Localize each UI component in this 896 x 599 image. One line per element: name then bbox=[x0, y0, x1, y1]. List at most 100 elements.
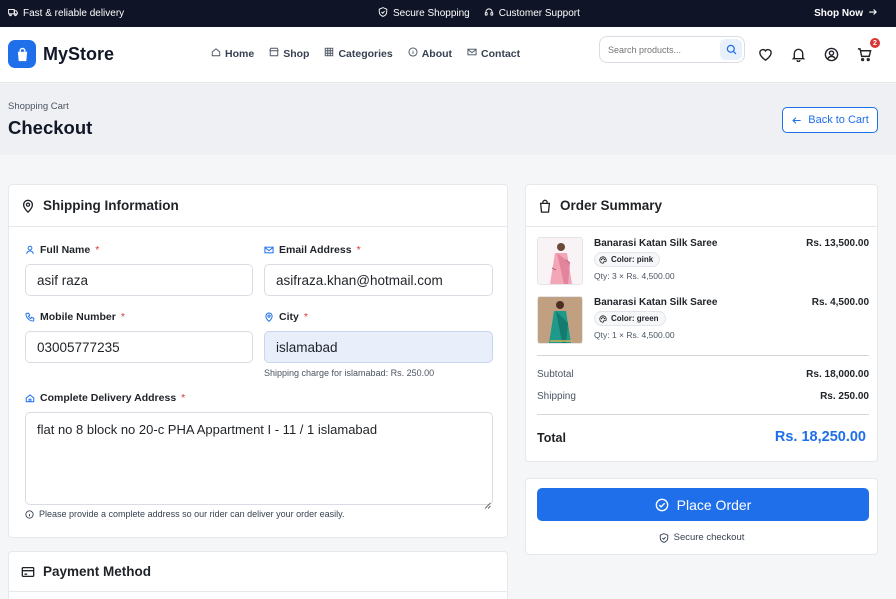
check-circle-icon bbox=[655, 498, 669, 512]
resize-handle-icon[interactable] bbox=[484, 496, 491, 509]
customer-support-link[interactable]: Customer Support bbox=[484, 7, 580, 20]
shopping-bag-icon bbox=[8, 40, 36, 68]
main-nav: Home Shop Categories About Contact bbox=[211, 47, 520, 60]
mobile-label-text: Mobile Number bbox=[40, 311, 116, 323]
product-thumbnail bbox=[537, 296, 583, 344]
store-icon bbox=[269, 47, 279, 60]
mobile-input[interactable] bbox=[25, 331, 253, 363]
item-name: Banarasi Katan Silk Saree bbox=[594, 238, 718, 249]
secure-checkout-text: Secure checkout bbox=[673, 532, 745, 543]
required-marker: * bbox=[181, 392, 186, 404]
payment-card-header: Payment Method bbox=[9, 552, 507, 592]
logo-text: MyStore bbox=[43, 43, 115, 64]
item-price: Rs. 4,500.00 bbox=[811, 297, 869, 308]
product-thumbnail bbox=[537, 237, 583, 285]
nav-categories[interactable]: Categories bbox=[324, 47, 393, 60]
saree-image-pink bbox=[538, 238, 582, 284]
envelope-icon bbox=[264, 245, 274, 255]
subtotal-row: Subtotal Rs. 18,000.00 bbox=[537, 369, 869, 380]
place-order-button[interactable]: Place Order bbox=[537, 488, 869, 521]
heart-icon[interactable] bbox=[757, 46, 773, 62]
required-marker: * bbox=[95, 244, 100, 256]
user-icon bbox=[25, 245, 35, 255]
total-value: Rs. 18,250.00 bbox=[774, 429, 866, 445]
nav-shop-label: Shop bbox=[283, 47, 310, 60]
page-title: Checkout bbox=[8, 117, 93, 138]
palette-icon bbox=[599, 314, 607, 323]
full-name-label: Full Name * bbox=[25, 244, 99, 256]
item-color-text: Color: pink bbox=[611, 255, 654, 264]
cart-count-badge: 2 bbox=[870, 38, 880, 48]
nav-home[interactable]: Home bbox=[211, 47, 254, 60]
delivery-text: Fast & reliable delivery bbox=[23, 8, 125, 19]
item-color-text: Color: green bbox=[611, 314, 659, 323]
address-label: Complete Delivery Address * bbox=[25, 392, 185, 404]
item-color-tag: Color: green bbox=[594, 311, 666, 326]
top-announcement-bar: Fast & reliable delivery Secure Shopping… bbox=[0, 0, 896, 27]
summary-card-header: Order Summary bbox=[526, 185, 877, 227]
email-label: Email Address * bbox=[264, 244, 361, 256]
back-to-cart-label: Back to Cart bbox=[808, 114, 869, 126]
item-qty: Qty: 1 × Rs. 4,500.00 bbox=[594, 330, 675, 340]
address-note: Please provide a complete address so our… bbox=[25, 509, 345, 519]
full-name-label-text: Full Name bbox=[40, 244, 91, 256]
user-account-icon[interactable] bbox=[823, 46, 839, 62]
city-label-text: City bbox=[279, 311, 299, 323]
nav-contact-label: Contact bbox=[481, 47, 521, 60]
order-item: Banarasi Katan Silk Saree Rs. 4,500.00 C… bbox=[537, 296, 869, 344]
bell-icon[interactable] bbox=[790, 46, 806, 62]
total-label: Total bbox=[537, 431, 566, 445]
customer-support-text: Customer Support bbox=[498, 8, 580, 19]
secure-checkout-note: Secure checkout bbox=[526, 532, 877, 543]
shield-icon bbox=[378, 7, 388, 20]
search-button[interactable] bbox=[720, 39, 742, 60]
payment-method-card: Payment Method bbox=[8, 551, 508, 599]
city-label: City * bbox=[264, 311, 308, 323]
address-textarea[interactable]: flat no 8 block no 20-c PHA Appartment I… bbox=[25, 412, 493, 505]
summary-card-title: Order Summary bbox=[560, 198, 663, 213]
shipping-info-card: Shipping Information Full Name * Email A… bbox=[8, 184, 508, 538]
full-name-input[interactable] bbox=[25, 264, 253, 296]
nav-shop[interactable]: Shop bbox=[269, 47, 309, 60]
arrow-left-icon bbox=[791, 115, 802, 126]
back-to-cart-button[interactable]: Back to Cart bbox=[782, 107, 878, 133]
cart-icon[interactable] bbox=[856, 46, 872, 62]
order-item: Banarasi Katan Silk Saree Rs. 13,500.00 … bbox=[537, 237, 869, 285]
place-order-card: Place Order Secure checkout bbox=[525, 478, 878, 555]
shipping-value: Rs. 250.00 bbox=[820, 391, 869, 402]
phone-icon bbox=[25, 312, 35, 322]
order-summary-card: Order Summary Banarasi Katan Silk Saree … bbox=[525, 184, 878, 462]
nav-about[interactable]: About bbox=[408, 47, 452, 60]
email-label-text: Email Address bbox=[279, 244, 352, 256]
item-color-tag: Color: pink bbox=[594, 252, 661, 267]
nav-categories-label: Categories bbox=[338, 47, 393, 60]
nav-contact[interactable]: Contact bbox=[467, 47, 520, 60]
email-input[interactable] bbox=[264, 264, 493, 296]
divider bbox=[537, 355, 869, 356]
search-box bbox=[599, 36, 745, 63]
page-header: Shopping Cart Checkout Back to Cart bbox=[0, 84, 896, 155]
city-input[interactable] bbox=[264, 331, 493, 363]
info-circle-icon bbox=[25, 509, 34, 519]
secure-shopping-notice: Secure Shopping bbox=[378, 7, 470, 20]
item-price: Rs. 13,500.00 bbox=[806, 238, 869, 249]
shipping-label: Shipping bbox=[537, 391, 576, 402]
shop-now-text: Shop Now bbox=[814, 8, 863, 19]
subtotal-value: Rs. 18,000.00 bbox=[806, 369, 869, 380]
home-icon bbox=[211, 47, 221, 60]
subtotal-label: Subtotal bbox=[537, 369, 574, 380]
address-note-text: Please provide a complete address so our… bbox=[39, 509, 345, 519]
breadcrumb[interactable]: Shopping Cart bbox=[8, 101, 69, 112]
delivery-notice: Fast & reliable delivery bbox=[8, 7, 124, 20]
search-input[interactable] bbox=[608, 42, 718, 58]
shipping-row: Shipping Rs. 250.00 bbox=[537, 391, 869, 402]
truck-icon bbox=[8, 7, 18, 20]
credit-card-icon bbox=[21, 565, 35, 579]
divider bbox=[537, 414, 869, 415]
shield-check-icon bbox=[659, 532, 669, 543]
nav-home-label: Home bbox=[225, 47, 255, 60]
mail-icon bbox=[467, 47, 477, 60]
required-marker: * bbox=[356, 244, 361, 256]
shop-now-link[interactable]: Shop Now bbox=[814, 7, 878, 20]
store-logo[interactable]: MyStore bbox=[8, 40, 114, 68]
